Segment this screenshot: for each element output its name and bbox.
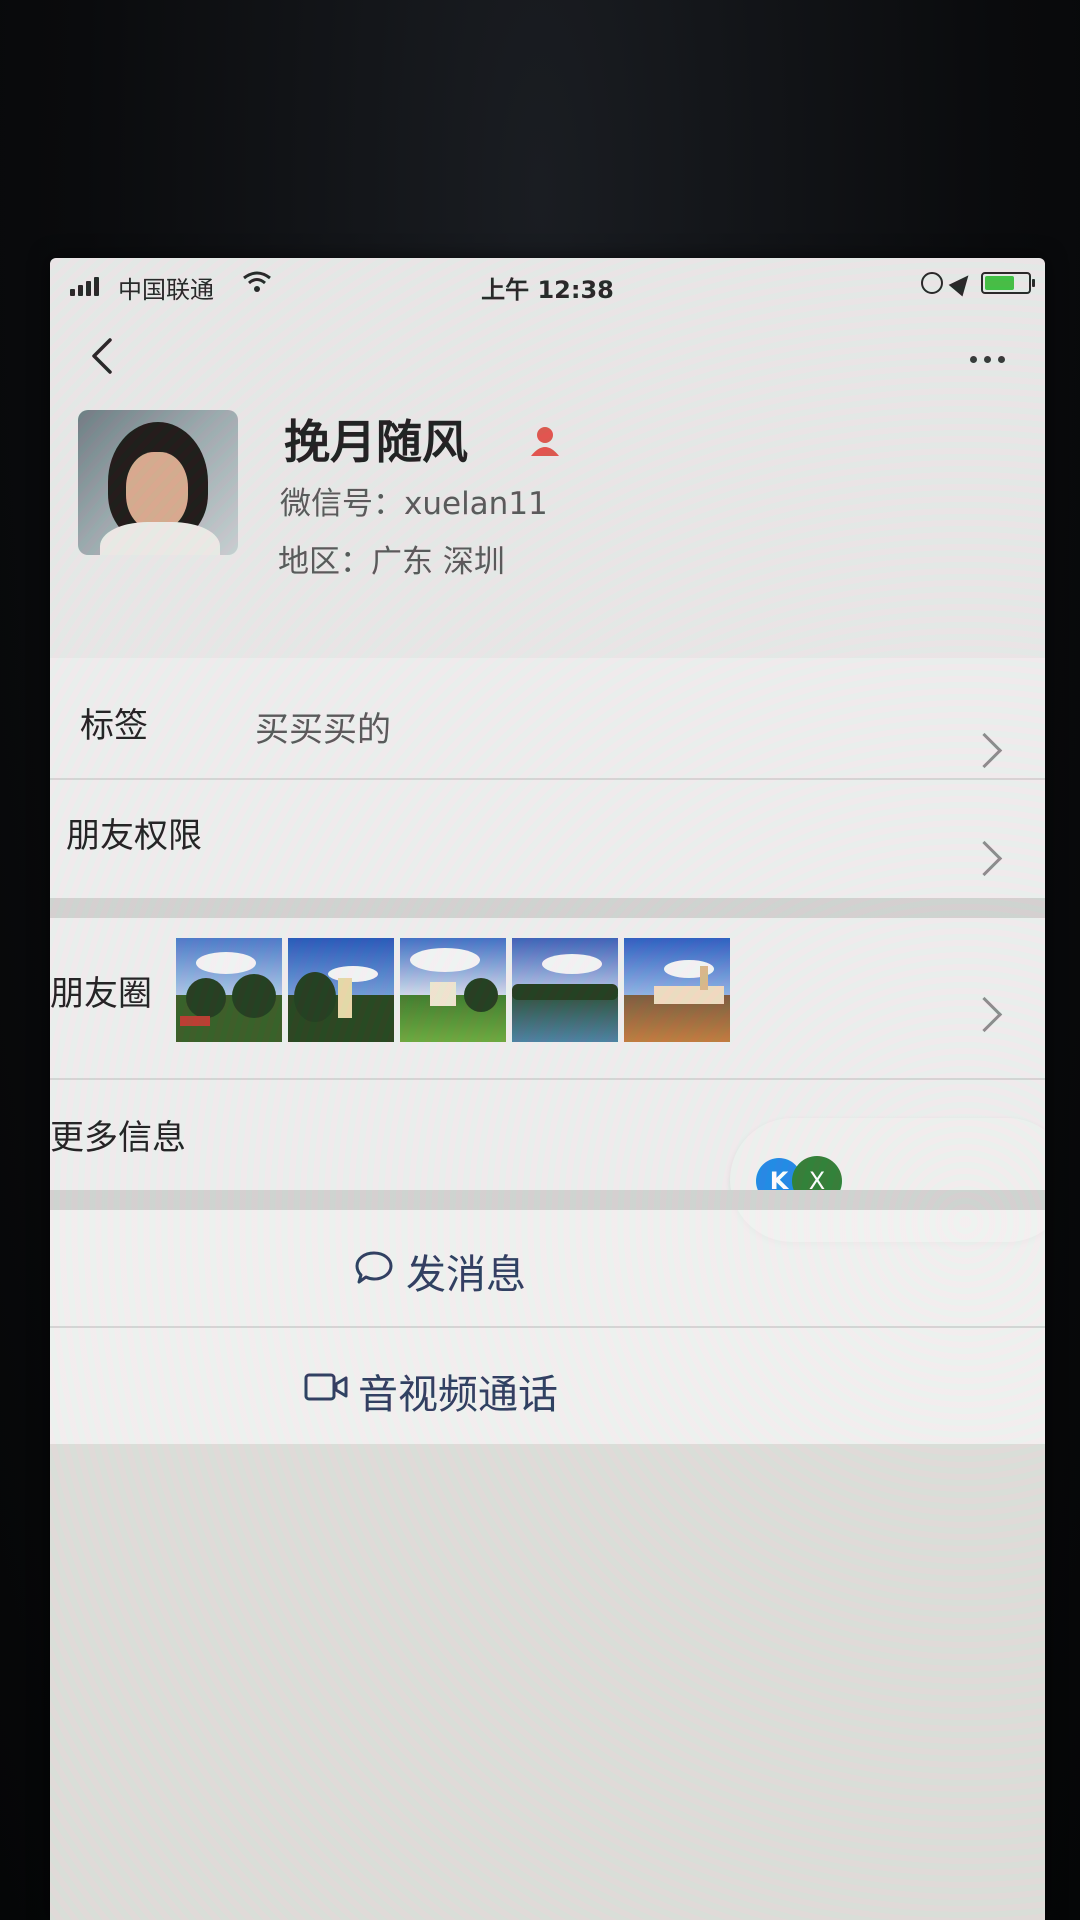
moments-label: 朋友圈 [50, 974, 152, 1014]
wechat-id: 微信号：xuelan11 [280, 486, 548, 522]
section-gap [50, 1190, 1045, 1210]
video-call-button[interactable]: 音视频通话 [50, 1328, 1045, 1444]
location-icon [948, 269, 976, 297]
battery-icon [981, 272, 1035, 294]
tags-row[interactable]: 标签 买买买的 [50, 658, 1045, 778]
moments-photo-3[interactable] [400, 938, 506, 1042]
status-bar: 中国联通 上午 12:38 [50, 258, 1045, 318]
person-icon [531, 427, 559, 456]
friend-permissions-row[interactable]: 朋友权限 [50, 780, 1045, 898]
phone-screen: 中国联通 上午 12:38 挽月随风 微信号：xuelan11 地区：广东 深圳 [50, 258, 1045, 1920]
rotation-lock-icon [921, 272, 943, 294]
chevron-right-icon [966, 996, 1003, 1033]
clock: 上午 12:38 [481, 276, 614, 304]
tags-value: 买买买的 [255, 710, 391, 750]
moments-thumbnails[interactable] [176, 938, 730, 1042]
video-camera-icon [304, 1373, 348, 1401]
chevron-right-icon [966, 840, 1003, 877]
empty-area [50, 1444, 1045, 1920]
send-message-button[interactable]: 发消息 [50, 1210, 1045, 1326]
avatar[interactable] [78, 410, 238, 555]
moments-photo-5[interactable] [624, 938, 730, 1042]
friend-permissions-label: 朋友权限 [66, 816, 202, 856]
region: 地区：广东 深圳 [278, 544, 505, 580]
more-info-label: 更多信息 [50, 1118, 186, 1158]
chevron-left-icon[interactable] [76, 326, 126, 386]
more-dots-icon[interactable] [970, 356, 1005, 363]
chevron-right-icon [966, 732, 1003, 769]
video-call-label: 音视频通话 [358, 1372, 558, 1418]
chat-bubble-icon [355, 1251, 393, 1284]
battery-fill [985, 276, 1015, 290]
send-message-label: 发消息 [406, 1252, 526, 1298]
tags-label: 标签 [80, 706, 148, 746]
profile-name: 挽月随风 [284, 415, 468, 469]
section-gap [50, 898, 1045, 918]
moments-photo-1[interactable] [176, 938, 282, 1042]
moments-photo-4[interactable] [512, 938, 618, 1042]
moments-photo-2[interactable] [288, 938, 394, 1042]
